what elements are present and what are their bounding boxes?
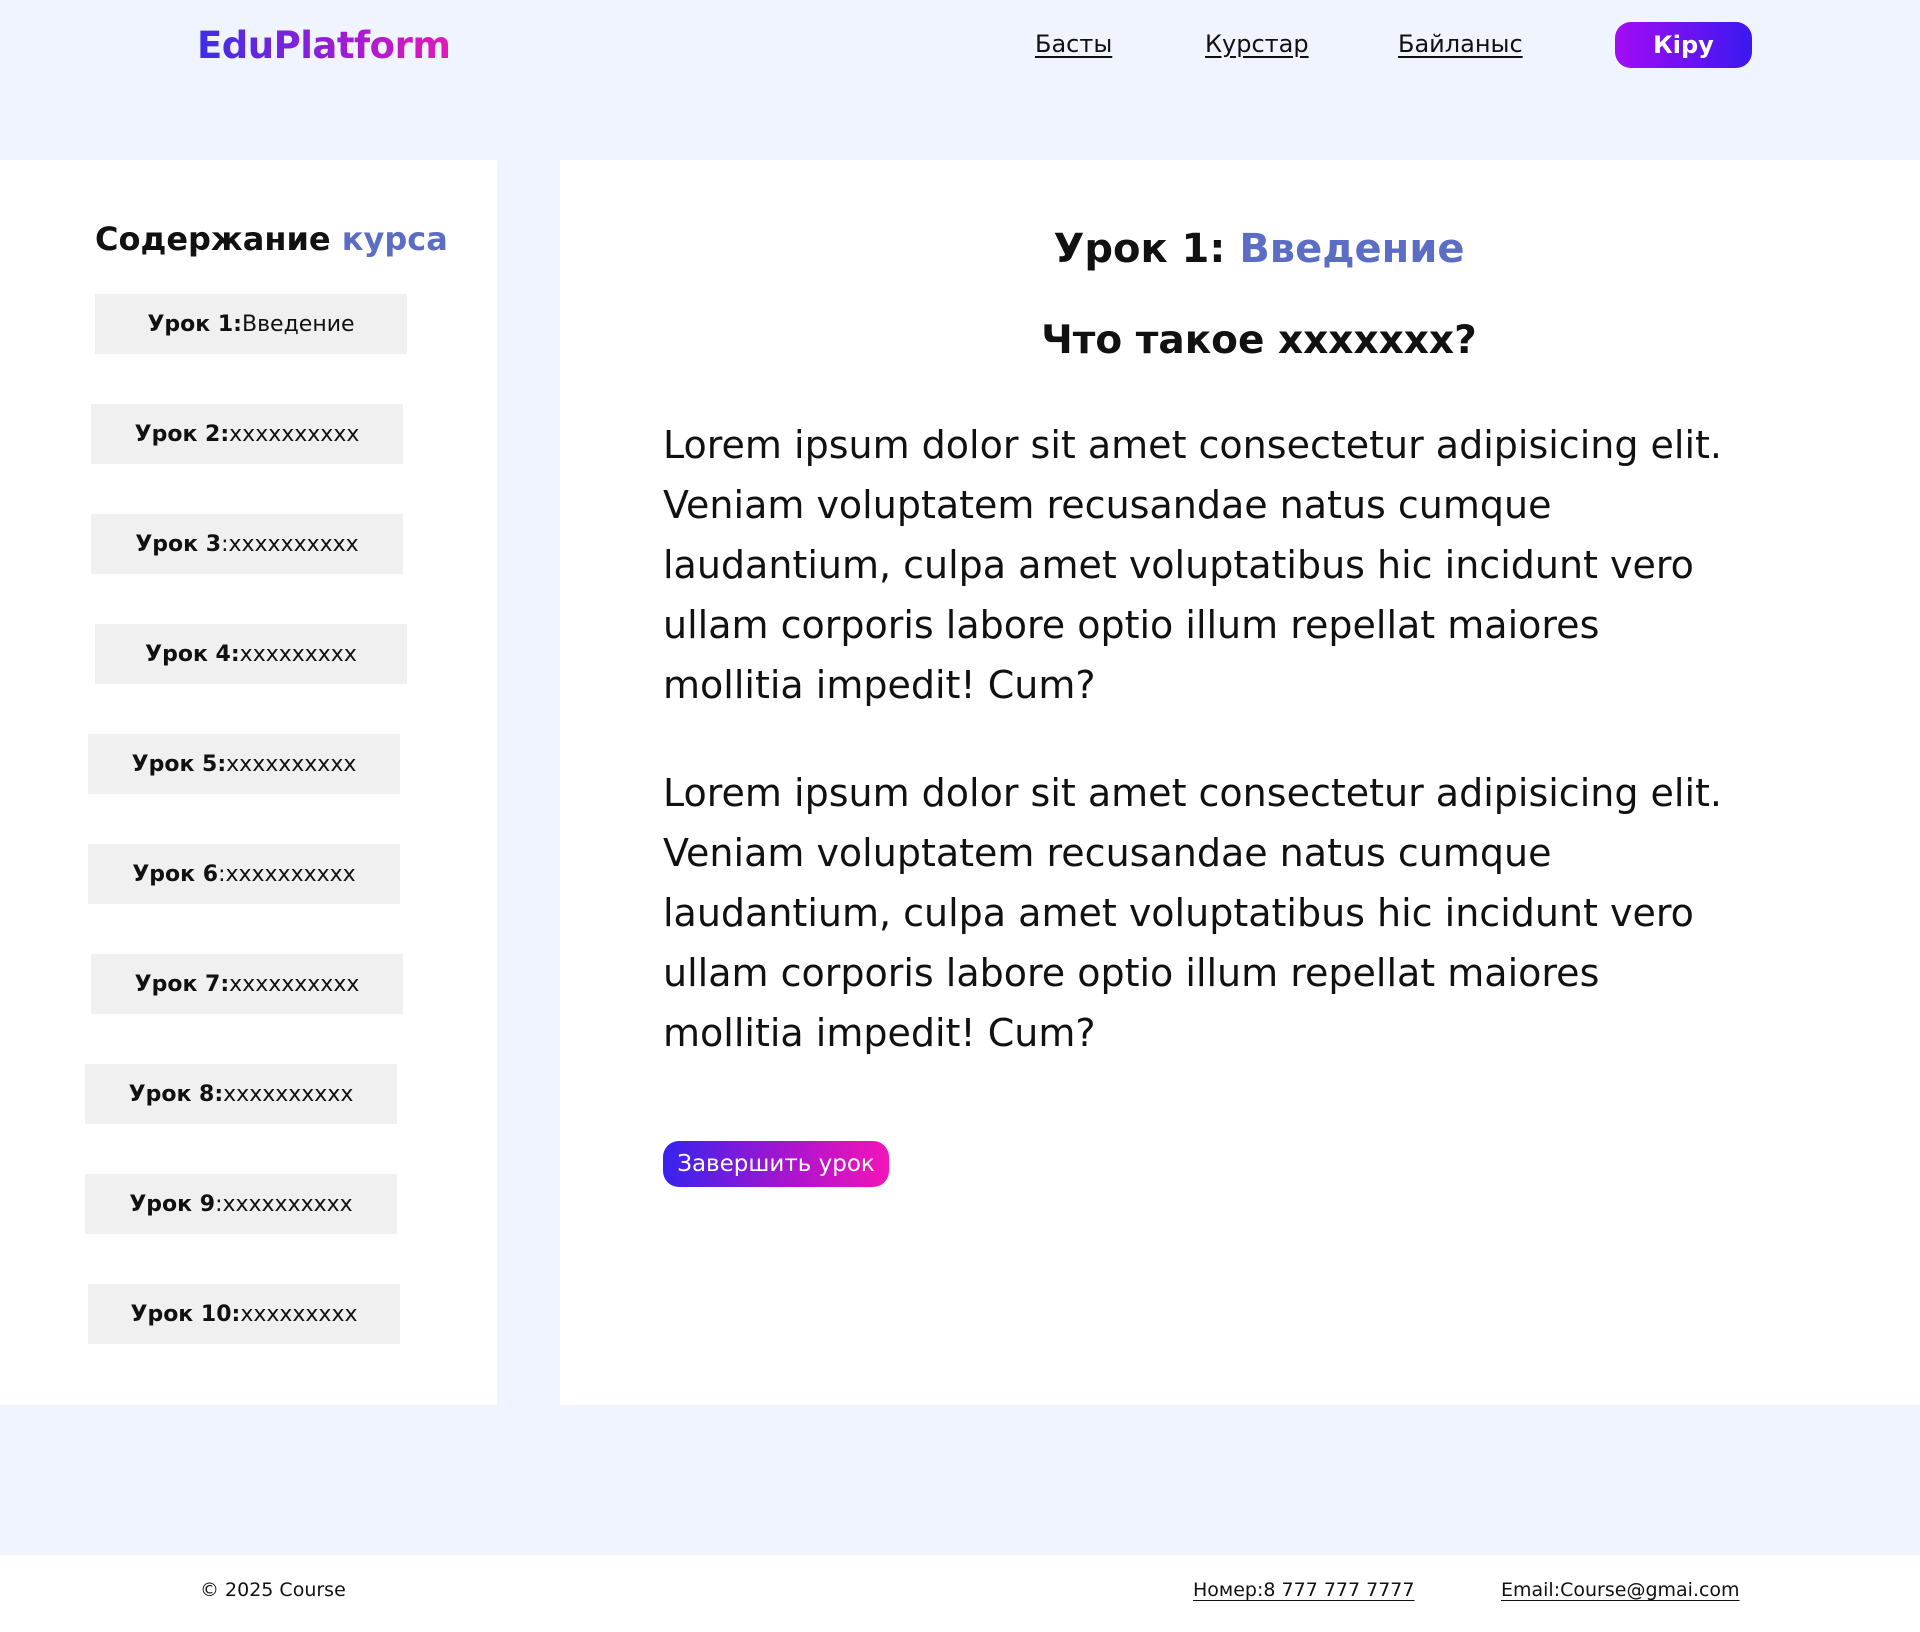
site-footer: © 2025 Course Номер:8 777 777 7777 Email…	[0, 1555, 1920, 1632]
lesson-item-1[interactable]: Урок 1: Введение	[95, 294, 407, 354]
phone-link[interactable]: Номер:8 777 777 7777	[1193, 1579, 1415, 1601]
lesson-item-prefix: Урок 3	[135, 531, 222, 557]
login-button[interactable]: Кіру	[1615, 22, 1752, 68]
lesson-item-text: :xxxxxxxxxx	[221, 531, 359, 557]
lesson-item-prefix: Урок 9	[129, 1191, 216, 1217]
lesson-title: Урок 1: Введение	[560, 226, 1920, 272]
lesson-item-text: :xxxxxxxxxx	[215, 1191, 353, 1217]
lesson-item-text: xxxxxxxxx	[239, 641, 357, 667]
lesson-item-text: xxxxxxxxx	[240, 1301, 358, 1327]
nav-link-home[interactable]: Басты	[1035, 30, 1112, 58]
lesson-item-prefix: Урок 5:	[131, 751, 227, 777]
finish-lesson-button[interactable]: Завершить урок	[663, 1141, 889, 1187]
lesson-item-5[interactable]: Урок 5: xxxxxxxxxx	[88, 734, 400, 794]
lesson-item-text: :xxxxxxxxxx	[218, 861, 356, 887]
sidebar-title: Содержание курса	[95, 220, 448, 258]
lesson-item-prefix: Урок 10:	[130, 1301, 241, 1327]
lesson-item-8[interactable]: Урок 8: xxxxxxxxxx	[85, 1064, 397, 1124]
lesson-item-text: xxxxxxxxxx	[229, 971, 360, 997]
sidebar-title-main: Содержание	[95, 220, 331, 258]
lesson-title-prefix: Урок 1:	[1053, 226, 1240, 272]
email-link[interactable]: Email:Course@gmai.com	[1501, 1579, 1740, 1601]
site-header: EduPlatform Басты Курстар Байланыс Кіру	[0, 0, 1920, 160]
copyright-text: © 2025 Course	[200, 1579, 346, 1601]
lesson-subtitle: Что такое xxxxxxx?	[1041, 318, 1477, 363]
lesson-item-text: Введение	[241, 311, 355, 337]
lesson-item-2[interactable]: Урок 2: xxxxxxxxxx	[91, 404, 403, 464]
nav-link-contact[interactable]: Байланыс	[1398, 30, 1523, 58]
course-sidebar: Содержание курса Урок 1: Введение Урок 2:…	[0, 160, 497, 1405]
nav-link-courses[interactable]: Курстар	[1205, 30, 1309, 58]
lesson-item-prefix: Урок 6	[132, 861, 219, 887]
lesson-paragraph: Lorem ipsum dolor sit amet consectetur a…	[663, 423, 1723, 707]
logo[interactable]: EduPlatform	[197, 24, 451, 67]
lesson-item-prefix: Урок 4:	[145, 641, 240, 667]
lesson-item-3[interactable]: Урок 3:xxxxxxxxxx	[91, 514, 403, 574]
lesson-item-prefix: Урок 2:	[134, 421, 230, 447]
lesson-item-text: xxxxxxxxxx	[223, 1081, 354, 1107]
lesson-paragraph: Lorem ipsum dolor sit amet consectetur a…	[663, 771, 1723, 1055]
lesson-item-10[interactable]: Урок 10: xxxxxxxxx	[88, 1284, 400, 1344]
lesson-item-prefix: Урок 1:	[147, 311, 242, 337]
lesson-item-7[interactable]: Урок 7: xxxxxxxxxx	[91, 954, 403, 1014]
lesson-item-4[interactable]: Урок 4: xxxxxxxxx	[95, 624, 407, 684]
lesson-item-prefix: Урок 7:	[134, 971, 230, 997]
lesson-item-text: xxxxxxxxxx	[229, 421, 360, 447]
lesson-item-prefix: Урок 8:	[128, 1081, 224, 1107]
lesson-content: Урок 1: Введение Что такое xxxxxxx? Lore…	[560, 160, 1920, 1405]
sidebar-title-accent: курса	[341, 220, 448, 258]
lesson-item-6[interactable]: Урок 6:xxxxxxxxxx	[88, 844, 400, 904]
lesson-item-text: xxxxxxxxxx	[226, 751, 357, 777]
lesson-title-accent: Введение	[1239, 226, 1465, 272]
lesson-item-9[interactable]: Урок 9:xxxxxxxxxx	[85, 1174, 397, 1234]
